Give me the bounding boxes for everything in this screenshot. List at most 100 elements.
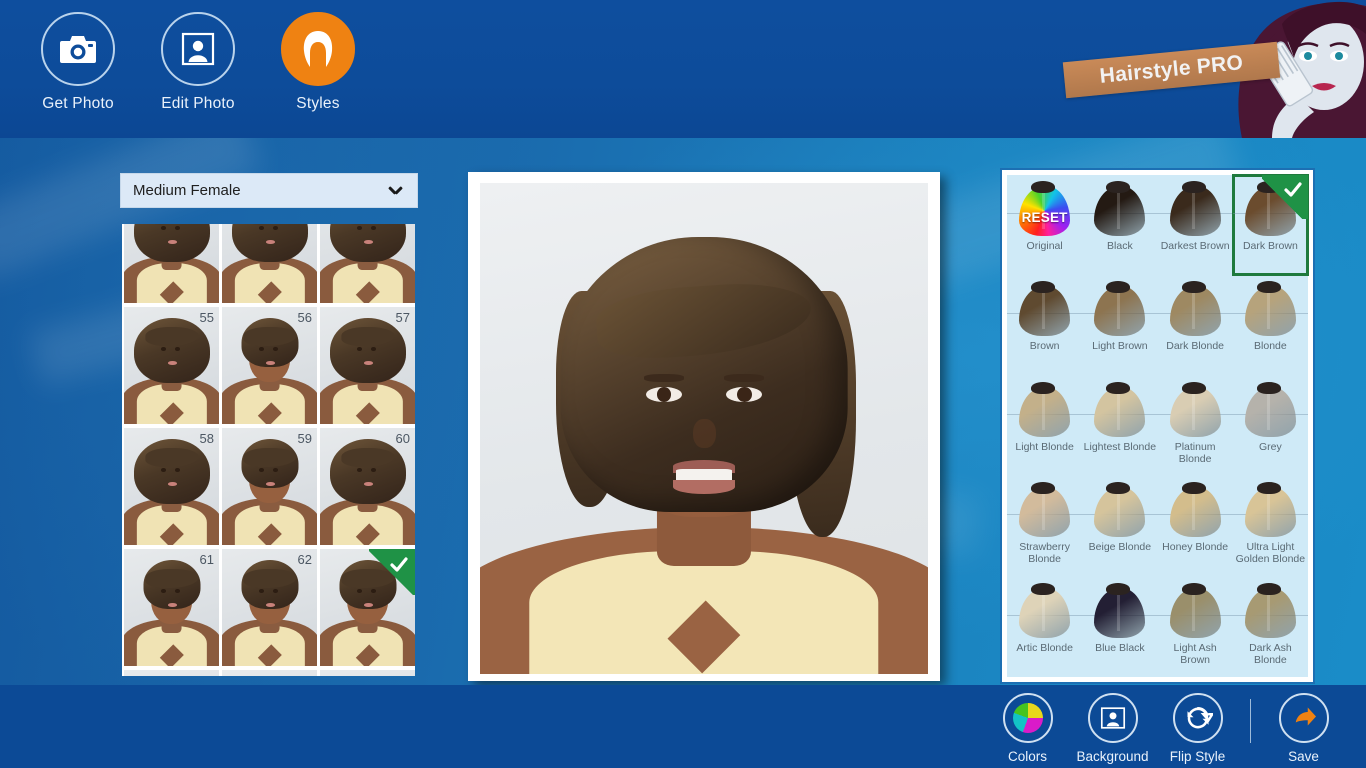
hair-color-swatch[interactable]: Darkest Brown xyxy=(1157,175,1233,275)
hair-color-label: Original xyxy=(1026,240,1063,252)
thumbnail-number: 57 xyxy=(395,310,410,325)
hair-color-swatch[interactable]: Dark Brown xyxy=(1231,173,1310,277)
hairstyle-thumbnail[interactable]: 53 xyxy=(222,224,317,303)
hairstyle-icon xyxy=(281,12,355,86)
thumbnail-number: 62 xyxy=(297,552,312,567)
hair-color-swatch[interactable]: Light Blonde xyxy=(1007,376,1083,476)
hair-swatch-image xyxy=(1167,180,1224,238)
hair-color-label: Blue Black xyxy=(1095,641,1145,654)
hair-color-label: Light Blonde xyxy=(1015,440,1074,453)
hairstyle-thumbnail[interactable]: 60 xyxy=(320,428,415,545)
check-icon xyxy=(1262,175,1308,219)
hairstyle-thumbnail[interactable]: 55 xyxy=(124,307,219,424)
check-icon xyxy=(369,549,415,595)
style-category-value: Medium Female xyxy=(133,182,241,199)
nav-get-photo[interactable]: Get Photo xyxy=(18,12,138,113)
portrait-icon xyxy=(161,12,235,86)
hairstyle-thumbnail[interactable]: 52 xyxy=(124,224,219,303)
hairstyle-thumbnail-panel[interactable]: 525354 55 56 57 58 59 60 61 62 64 65 66 xyxy=(122,224,415,676)
hair-color-swatch[interactable]: Light Brown xyxy=(1082,275,1158,375)
hair-color-swatch[interactable]: Platinum Blonde xyxy=(1157,376,1233,476)
thumbnail-number: 56 xyxy=(297,310,312,325)
hair-color-swatch[interactable]: RESET Original xyxy=(1007,175,1083,275)
background-button[interactable]: Background xyxy=(1070,693,1155,764)
colors-button[interactable]: Colors xyxy=(985,693,1070,764)
chevron-down-icon xyxy=(389,184,403,198)
hairstyle-thumbnail[interactable]: 59 xyxy=(222,428,317,545)
hairstyle-thumbnail[interactable]: 57 xyxy=(320,307,415,424)
hairstyle-thumbnail[interactable]: 61 xyxy=(124,549,219,666)
hair-swatch-image xyxy=(1091,381,1148,439)
toolbar-divider xyxy=(1250,699,1251,743)
thumbnail-number: 66 xyxy=(396,673,410,676)
thumbnail-number: 60 xyxy=(395,431,410,446)
hairstyle-thumbnail[interactable]: 66 xyxy=(320,670,415,676)
flip-style-button[interactable]: Flip Style xyxy=(1155,693,1240,764)
hairstyle-thumbnail[interactable]: 64 xyxy=(124,670,219,676)
thumbnail-number: 55 xyxy=(199,310,214,325)
hairstyle-thumbnail[interactable] xyxy=(320,549,415,666)
hair-color-swatch[interactable]: Black xyxy=(1082,175,1158,275)
hair-color-swatch[interactable]: Strawberry Blonde xyxy=(1007,476,1083,576)
hair-color-label: Ultra Light Golden Blonde xyxy=(1235,541,1306,566)
hairstyle-thumbnail-grid: 525354 55 56 57 58 59 60 61 62 64 65 66 xyxy=(122,224,415,676)
nav-styles[interactable]: Styles xyxy=(258,12,378,113)
hair-swatch-image xyxy=(1242,582,1299,640)
hair-swatch-image xyxy=(1091,180,1148,238)
hair-color-swatch[interactable]: Grey xyxy=(1232,376,1308,476)
hair-swatch-image: RESET xyxy=(1016,180,1073,238)
hair-color-swatch[interactable]: Lightest Blonde xyxy=(1082,376,1158,476)
reset-label: RESET xyxy=(1021,210,1068,225)
app-logo: Hairstyle PRO xyxy=(1036,0,1366,138)
hair-color-label: Lightest Blonde xyxy=(1083,440,1157,453)
hair-swatch-image xyxy=(1167,280,1224,338)
hair-color-swatch[interactable]: Blonde xyxy=(1232,275,1308,375)
hair-color-label: Strawberry Blonde xyxy=(1019,541,1070,566)
hair-color-label: Platinum Blonde xyxy=(1174,440,1216,465)
thumbnail-number: 61 xyxy=(199,552,214,567)
hair-color-swatch[interactable]: Ultra Light Golden Blonde xyxy=(1232,476,1308,576)
hair-swatch-image xyxy=(1167,582,1224,640)
hair-color-label: Dark Ash Blonde xyxy=(1249,641,1292,666)
tool-label: Flip Style xyxy=(1169,749,1226,764)
refresh-icon xyxy=(1172,693,1223,743)
hairstyle-thumbnail[interactable]: 58 xyxy=(124,428,219,545)
main-photo xyxy=(480,183,928,674)
hair-color-swatch[interactable]: Dark Blonde xyxy=(1157,275,1233,375)
hairstyle-thumbnail[interactable]: 62 xyxy=(222,549,317,666)
hair-color-label: Brown xyxy=(1029,340,1060,353)
hair-swatch-image xyxy=(1016,381,1073,439)
hair-color-label: Blonde xyxy=(1254,340,1287,353)
nav-label: Styles xyxy=(296,95,340,112)
hair-swatch-image xyxy=(1091,582,1148,640)
hair-color-panel[interactable]: RESET Original Black Darkest Brown Dark Brow… xyxy=(1000,168,1315,684)
bottom-tool-group: Colors Background Flip Style Save xyxy=(985,693,1346,764)
thumbnail-number: 65 xyxy=(298,673,312,676)
save-button[interactable]: Save xyxy=(1261,693,1346,764)
hair-color-swatch[interactable]: Light Ash Brown xyxy=(1157,577,1233,677)
hair-color-swatch[interactable]: Brown xyxy=(1007,275,1083,375)
hair-color-label: Dark Brown xyxy=(1242,240,1298,252)
main-photo-frame[interactable] xyxy=(468,172,940,681)
style-category-select[interactable]: Medium Female xyxy=(120,173,418,208)
hairstyle-thumbnail[interactable]: 56 xyxy=(222,307,317,424)
hair-color-swatch[interactable]: Honey Blonde xyxy=(1157,476,1233,576)
hairstyle-thumbnail[interactable]: 65 xyxy=(222,670,317,676)
hair-color-swatch[interactable]: Dark Ash Blonde xyxy=(1232,577,1308,677)
hair-color-label: Dark Blonde xyxy=(1166,340,1225,353)
hairstyle-thumbnail[interactable]: 54 xyxy=(320,224,415,303)
hair-swatch-image xyxy=(1242,481,1299,539)
hair-swatch-image xyxy=(1016,481,1073,539)
hair-color-swatch[interactable]: Artic Blonde xyxy=(1007,577,1083,677)
hair-swatch-image xyxy=(1242,280,1299,338)
hair-swatch-image xyxy=(1091,481,1148,539)
hair-swatch-image xyxy=(1016,582,1073,640)
tool-label: Colors xyxy=(1007,749,1047,764)
thumbnail-number: 58 xyxy=(199,431,214,446)
hair-color-swatch[interactable]: Beige Blonde xyxy=(1082,476,1158,576)
hair-color-swatch[interactable]: Blue Black xyxy=(1082,577,1158,677)
nav-edit-photo[interactable]: Edit Photo xyxy=(138,12,258,113)
hair-color-label: Grey xyxy=(1258,440,1282,453)
hair-color-label: Beige Blonde xyxy=(1088,541,1152,554)
portrait-icon xyxy=(1087,693,1138,743)
